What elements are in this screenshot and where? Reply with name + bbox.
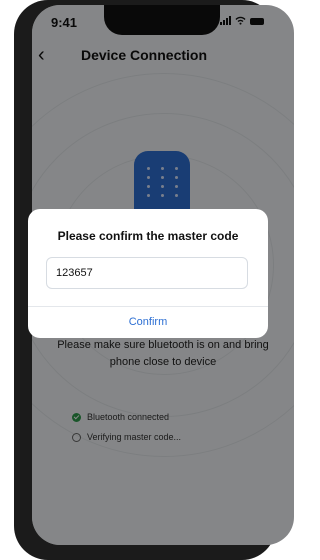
dialog-title: Please confirm the master code <box>57 229 239 243</box>
confirm-button[interactable]: Confirm <box>28 307 268 338</box>
master-code-dialog: Please confirm the master code 123657 Co… <box>28 209 268 338</box>
master-code-input[interactable]: 123657 <box>46 257 248 289</box>
